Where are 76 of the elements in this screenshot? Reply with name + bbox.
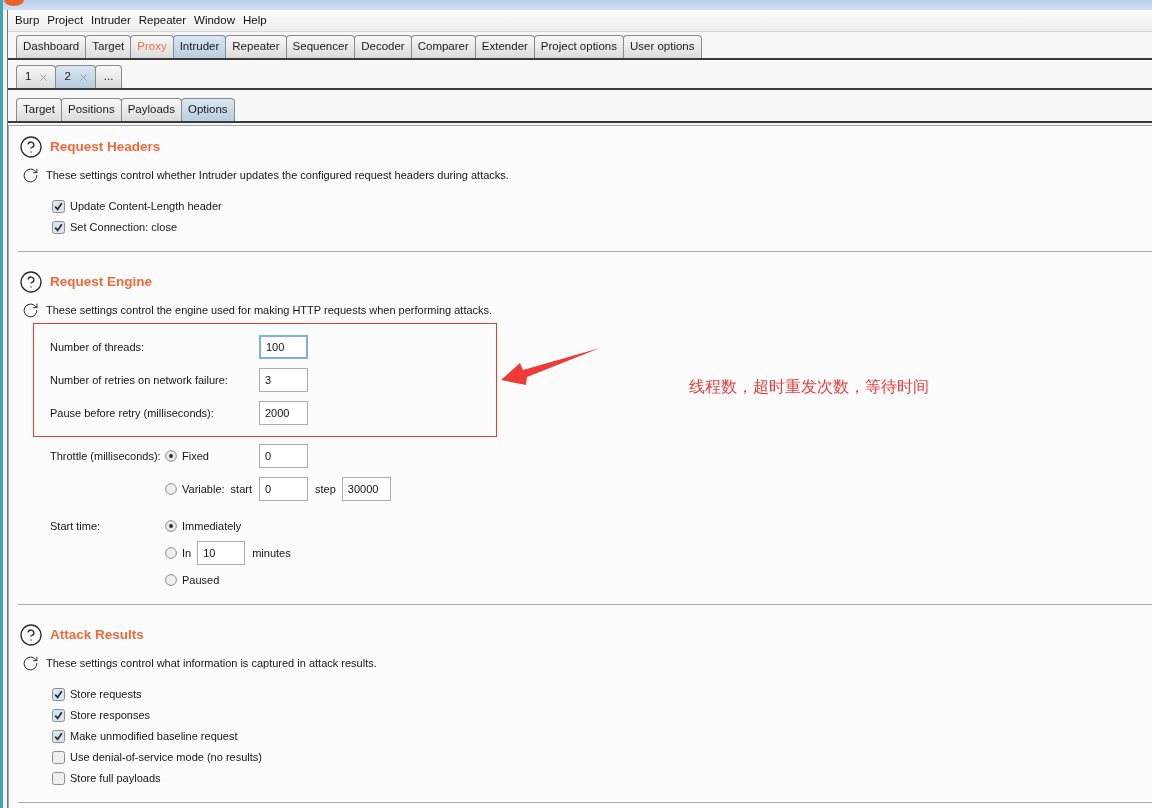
unit-label: minutes [252,545,291,561]
tab[interactable]: 2 [55,65,96,88]
number-field[interactable]: 0 [259,444,308,468]
radio-button[interactable] [165,574,177,586]
radio-label: Paused [182,572,220,588]
annotation-text: 线程数，超时重发次数，等待时间 [689,377,929,397]
help-icon[interactable] [19,135,43,159]
field-label: Pause before retry (milliseconds): [50,405,214,421]
checkbox-label: Set Connection: close [70,220,177,236]
tab[interactable]: Project options [533,35,624,58]
section-title: Attack Results [50,625,144,644]
menu-item[interactable]: Burp [11,11,44,30]
checkbox[interactable] [52,688,65,701]
number-field[interactable]: 30000 [341,477,391,501]
radio-label: In [182,545,192,561]
checkbox[interactable] [52,221,65,234]
number-field[interactable]: 0 [259,477,308,501]
radio-label: Immediately [182,518,242,534]
checkbox[interactable] [52,200,65,213]
menu-item[interactable]: Help [238,11,271,30]
number-field[interactable]: 100 [259,335,308,359]
refresh-icon[interactable] [22,166,39,184]
tab[interactable]: Positions [60,98,122,121]
section-description: These settings control the engine used for making HTTP requests when performing attacks. [46,302,493,318]
checkbox-label: Update Content-Length header [70,199,222,215]
section-description: These settings control whether Intruder updates the configured request headers during attacks. [46,167,509,183]
number-field[interactable]: 2000 [259,401,308,425]
tab[interactable]: Sequencer [285,35,356,58]
logo-icon [4,0,24,6]
refresh-icon[interactable] [22,301,39,319]
checkbox[interactable] [52,709,65,722]
radio-label: Fixed [182,448,209,464]
tab[interactable]: Payloads [120,98,182,121]
section-title: Request Headers [50,137,161,156]
field-label: Throttle (milliseconds): [50,448,161,464]
radio-label: Variable: [182,481,225,497]
radio-button[interactable] [165,483,177,495]
tab[interactable]: Intruder [172,35,227,58]
tab[interactable]: User options [622,35,702,58]
field-label: Number of threads: [50,339,145,355]
tab[interactable]: Options [180,98,235,121]
menu-item[interactable]: Window [190,11,239,30]
field-label: Number of retries on network failure: [50,372,228,388]
checkbox-label: Store responses [70,708,151,724]
checkbox[interactable] [52,772,65,785]
section-title: Request Engine [50,272,152,291]
number-field[interactable]: 10 [197,541,246,565]
checkbox-label: Store full payloads [70,771,161,787]
number-field[interactable]: 3 [259,368,308,392]
radio-button[interactable] [165,547,177,559]
tab[interactable]: Comparer [410,35,476,58]
checkbox-label: Use denial-of-service mode (no results) [70,750,262,766]
checkbox[interactable] [52,730,65,743]
field-label: start [230,481,252,497]
checkbox[interactable] [52,751,65,764]
radio-button[interactable] [165,450,177,462]
checkbox-label: Store requests [70,687,142,703]
tab[interactable]: Repeater [225,35,287,58]
tab[interactable]: Decoder [354,35,412,58]
menu-item[interactable]: Intruder [87,11,135,30]
menu-item[interactable]: Repeater [134,11,191,30]
help-icon[interactable] [19,623,43,647]
field-label: Start time: [50,518,101,534]
tab[interactable]: 1 [16,65,57,88]
menu-item[interactable]: Project [43,11,88,30]
tab[interactable]: Extender [474,35,535,58]
refresh-icon[interactable] [22,654,39,672]
field-label: step [315,481,336,497]
tab[interactable]: ... [94,65,123,88]
tab[interactable]: Target [85,35,132,58]
checkbox-label: Make unmodified baseline request [70,729,238,745]
section-description: These settings control what information is captured in attack results. [46,655,377,671]
tab[interactable]: Dashboard [16,35,87,58]
help-icon[interactable] [19,270,43,294]
tab[interactable]: Target [16,98,62,121]
radio-button[interactable] [165,520,177,532]
